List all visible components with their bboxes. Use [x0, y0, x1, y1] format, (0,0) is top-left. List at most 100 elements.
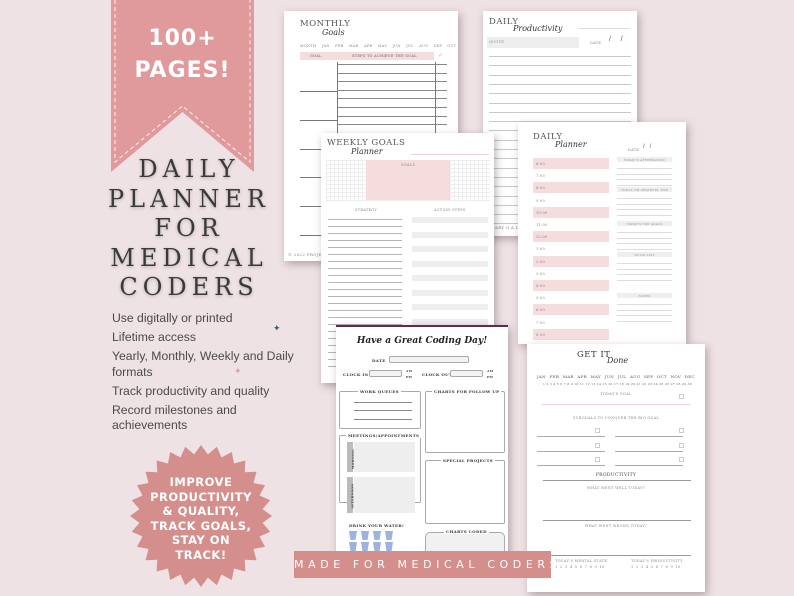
checkbox[interactable] — [679, 428, 684, 433]
time-label: 3:00 — [536, 271, 546, 276]
headline-line: MEDICAL — [110, 243, 268, 272]
month-option[interactable]: OCT — [657, 374, 667, 379]
rule-line — [337, 115, 447, 117]
schedule-row: 2:00 — [533, 255, 609, 267]
headline: DAILY PLANNER FOR MEDICAL CODERS — [104, 155, 274, 303]
time-label: 8:00 — [536, 332, 546, 337]
rule-line — [615, 450, 683, 452]
rule-line — [617, 274, 672, 276]
time-label: 4:00 — [536, 284, 546, 288]
rule-line — [537, 436, 605, 437]
checkbox[interactable] — [679, 442, 684, 448]
rule-line — [617, 179, 672, 181]
month-option[interactable]: AUG — [630, 374, 640, 379]
rule-line — [337, 72, 447, 74]
badge-line: IMPROVE — [169, 475, 233, 489]
schedule-row: 6:00 — [533, 304, 609, 316]
clock-in-label: CLOCK IN — [343, 372, 369, 377]
feature-item: Lifetime access — [112, 330, 196, 344]
rule-line — [617, 231, 672, 233]
rule-line — [328, 247, 402, 248]
month-option[interactable]: JAN — [537, 374, 546, 379]
date-label: DATE — [590, 41, 602, 45]
badge-text: IMPROVE PRODUCTIVITY & QUALITY, TRACK GO… — [130, 475, 272, 562]
time-label: 10:00 — [536, 210, 548, 215]
rule-line — [489, 65, 631, 67]
made-for-banner: MADE FOR MEDICAL CODERS! — [294, 551, 566, 578]
ribbon-label: PAGES! — [134, 58, 231, 83]
rule-line — [328, 317, 402, 318]
checkbox[interactable] — [595, 457, 600, 462]
month-option[interactable]: NOV — [671, 374, 682, 379]
month-option[interactable]: MAR — [563, 374, 574, 379]
rule-line — [617, 203, 672, 205]
date-field: / / — [643, 144, 652, 150]
rule-line — [615, 465, 683, 466]
month-option[interactable]: JUL — [618, 374, 627, 379]
get-it-done-page: GET IT Done JAN FEB MAR APR MAY JUN JUL AUG SEP O… — [527, 344, 705, 592]
rule-line — [617, 309, 672, 311]
action-step-field — [412, 318, 488, 325]
feature-item: Record milestones and achievements — [112, 402, 237, 433]
headline-line: FOR — [154, 214, 224, 242]
water-cup-icon — [385, 531, 393, 540]
subgoals-label: SUBGOALS TO CONQUER THE BIG GOAL — [572, 416, 660, 420]
clock-out-label: CLOCK OUT — [422, 372, 453, 377]
action-step-field — [412, 217, 488, 223]
schedule-row: 5:00 — [533, 292, 609, 303]
month-option[interactable]: SEP — [644, 374, 653, 379]
month-option[interactable]: DEC — [685, 374, 695, 379]
rule-line — [328, 296, 402, 297]
section-header: NOTES — [617, 293, 672, 298]
productivity-heading: PRODUCTIVITY — [595, 473, 637, 478]
schedule-row: 9:00 — [533, 195, 609, 206]
rule-line — [337, 98, 447, 100]
page-script-title: Productivity — [513, 24, 563, 33]
strategy-label: STRATEGY — [355, 208, 378, 212]
went-well-label: WHAT WENT WELL TODAY? — [587, 486, 645, 490]
action-step-field — [412, 246, 488, 252]
rule-line — [337, 64, 447, 65]
rule-line — [337, 89, 447, 91]
feature-item: Track productivity and quality — [112, 383, 270, 398]
feature-item: Use digitally or printed — [112, 311, 233, 325]
productivity-rating-label: TODAY'S PRODUCTIVITY — [631, 559, 683, 563]
rule-line — [328, 268, 402, 269]
rule-line — [328, 261, 402, 262]
rule-line — [328, 303, 402, 304]
checkbox[interactable] — [595, 442, 600, 448]
drink-water-label: DRINK YOUR WATER! — [349, 523, 405, 528]
time-label: 6:00 — [536, 308, 546, 313]
headline-line: DAILY — [138, 155, 240, 183]
month-option[interactable]: JUN — [605, 374, 614, 379]
action-step-field — [412, 260, 488, 267]
month-option[interactable]: MAY — [591, 374, 601, 379]
month-option[interactable]: APR — [577, 374, 587, 379]
checkbox[interactable] — [679, 394, 684, 399]
rule-line — [300, 120, 337, 121]
checkbox[interactable] — [595, 428, 600, 433]
clock-out-field — [450, 370, 483, 377]
rule-line — [537, 450, 605, 452]
schedule-row: 4:00 — [533, 280, 609, 291]
charts-follow-up-box — [425, 391, 505, 453]
rule-line — [617, 197, 672, 199]
rule-line — [617, 321, 672, 323]
water-cup-icon — [373, 531, 381, 540]
checkbox[interactable] — [679, 457, 684, 462]
month-option[interactable]: FEB — [550, 374, 560, 379]
section-header: TODAY'S TOP GOALS — [617, 221, 672, 226]
rule-line — [337, 124, 447, 126]
rule-line — [337, 81, 447, 83]
schedule-row: 10:00 — [533, 206, 609, 218]
productivity-rating-scale: 1 2 3 4 5 6 7 8 9 10 — [631, 565, 681, 569]
goals-box: GOALS — [366, 160, 450, 200]
rule-line — [328, 310, 402, 311]
rule-line — [328, 282, 402, 283]
water-cup-icon — [349, 531, 357, 540]
afternoon-slot — [354, 477, 415, 513]
action-step-field — [412, 231, 488, 238]
goal-header-row: GOAL STEPS TO ACHIEVE THE GOAL — [300, 52, 434, 60]
page-script-title: Planner — [555, 140, 587, 149]
badge-line: & QUALITY, — [162, 504, 240, 518]
